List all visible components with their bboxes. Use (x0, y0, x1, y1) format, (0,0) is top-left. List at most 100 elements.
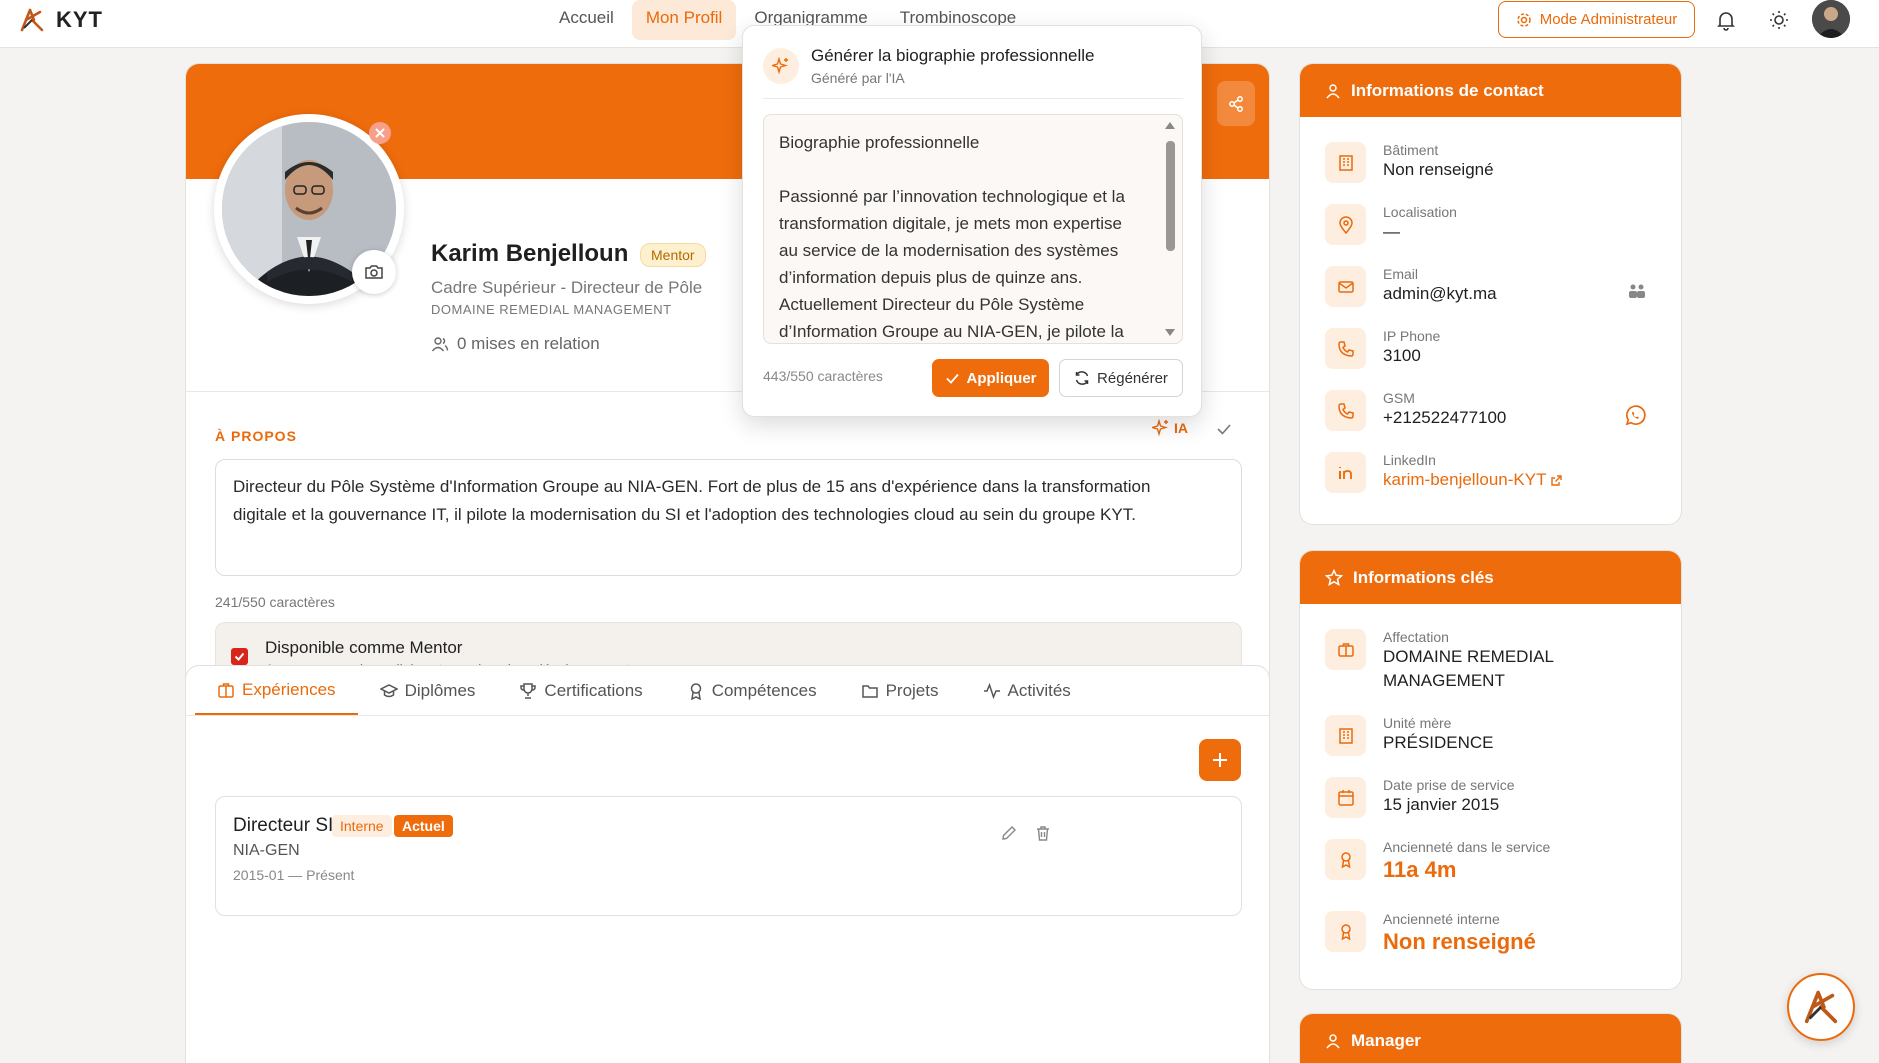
briefcase-icon (218, 682, 234, 698)
app-logo[interactable]: KYT (18, 6, 103, 34)
change-photo-button[interactable] (352, 250, 396, 294)
mentor-checkbox[interactable] (231, 648, 248, 665)
check-icon (945, 373, 959, 384)
ai-bio-popup: Générer la biographie professionnelle Gé… (742, 25, 1202, 417)
scroll-down-arrow-icon[interactable] (1164, 328, 1176, 338)
key-info-header: Informations clés (1300, 551, 1681, 604)
contact-row-linkedin: LinkedIn karim-benjelloun-KYT (1325, 452, 1563, 493)
row-value[interactable]: +212522477100 (1383, 406, 1506, 430)
trophy-icon (520, 682, 537, 699)
scroll-up-arrow-icon[interactable] (1164, 120, 1176, 130)
row-label: LinkedIn (1383, 452, 1436, 468)
contact-row-ip-phone: IP Phone 3100 (1325, 328, 1440, 369)
bell-icon[interactable] (1714, 8, 1738, 32)
manager-header: Manager (1300, 1014, 1681, 1063)
experience-dates: 2015-01 — Présent (233, 867, 355, 883)
tab-projets[interactable]: Projets (839, 666, 961, 715)
row-value: — (1383, 222, 1400, 241)
linkedin-icon (1325, 452, 1366, 493)
share-icon (1229, 95, 1243, 112)
plus-icon (1213, 753, 1227, 767)
user-avatar[interactable] (1812, 0, 1850, 38)
tab-label: Certifications (544, 680, 643, 700)
scrollbar-thumb[interactable] (1166, 141, 1175, 251)
key-row-date-service: Date prise de service 15 janvier 2015 (1325, 777, 1515, 818)
linkedin-link[interactable]: karim-benjelloun-KYT (1383, 468, 1563, 492)
award-icon (1325, 911, 1366, 952)
row-label: GSM (1383, 390, 1415, 406)
contact-header: Informations de contact (1300, 64, 1681, 117)
check-icon[interactable] (1216, 421, 1232, 437)
about-title: À PROPOS (215, 428, 297, 444)
tab-experiences[interactable]: Expériences (195, 666, 358, 715)
share-button[interactable] (1217, 81, 1255, 126)
external-link-icon (1551, 474, 1563, 486)
whatsapp-icon[interactable] (1623, 404, 1647, 428)
nav-mon-profil[interactable]: Mon Profil (631, 0, 737, 40)
bio-char-count: 241/550 caractères (215, 594, 335, 610)
contact-row-gsm: GSM +212522477100 (1325, 390, 1506, 431)
row-value: Non renseigné (1383, 160, 1494, 179)
profile-tabs: Expériences Diplômes Certifications Comp… (195, 666, 1093, 715)
profile-domain: DOMAINE REMEDIAL MANAGEMENT (431, 302, 672, 317)
row-label: Ancienneté interne (1383, 911, 1500, 927)
apply-button[interactable]: Appliquer (932, 359, 1049, 397)
row-label: Localisation (1383, 204, 1457, 220)
row-label: Bâtiment (1383, 142, 1439, 158)
folder-icon (861, 684, 878, 698)
remove-photo-button[interactable] (369, 122, 391, 144)
add-experience-button[interactable] (1199, 739, 1241, 781)
row-label: Email (1383, 266, 1419, 282)
tab-activites[interactable]: Activités (961, 666, 1093, 715)
row-label: IP Phone (1383, 328, 1441, 344)
trash-icon[interactable] (1034, 824, 1052, 842)
regenerate-button[interactable]: Régénérer (1059, 359, 1183, 397)
mail-icon (1325, 266, 1366, 307)
camera-icon (365, 265, 383, 279)
relations-label: 0 mises en relation (457, 334, 600, 353)
tab-competences[interactable]: Compétences (665, 666, 839, 715)
relations-count[interactable]: 0 mises en relation (431, 334, 600, 354)
generated-bio-line: transformation digitale, je mets mon exp… (779, 214, 1122, 233)
admin-mode-label: Mode Administrateur (1539, 11, 1678, 28)
contact-row-batiment: Bâtiment Non renseigné (1325, 142, 1494, 183)
experience-type-tag: Interne (332, 815, 392, 837)
award-icon (1325, 839, 1366, 880)
assistant-fab-button[interactable] (1787, 973, 1855, 1041)
tabs-card: Expériences Diplômes Certifications Comp… (185, 665, 1270, 1063)
generated-bio-heading: Biographie professionnelle (779, 133, 980, 152)
row-label: Unité mère (1383, 715, 1452, 731)
generated-char-count: 443/550 caractères (763, 368, 883, 384)
nav-accueil[interactable]: Accueil (545, 0, 628, 40)
tab-diplomes[interactable]: Diplômes (358, 666, 498, 715)
key-row-unite-mere: Unité mère PRÉSIDENCE (1325, 715, 1494, 756)
teams-icon[interactable] (1627, 282, 1647, 300)
key-info-title: Informations clés (1353, 567, 1494, 587)
refresh-icon (1075, 371, 1089, 385)
row-value: 15 janvier 2015 (1383, 795, 1500, 814)
row-label: Ancienneté dans le service (1383, 839, 1551, 855)
award-icon (690, 682, 701, 700)
experience-item: Directeur SI Interne Actuel NIA-GEN 2015… (215, 796, 1242, 916)
row-value: 3100 (1383, 346, 1421, 365)
building-icon (1325, 715, 1366, 756)
linkedin-handle: karim-benjelloun-KYT (1383, 470, 1547, 489)
generated-bio-line: d’Information Groupe au NIA-GEN, je pilo… (779, 322, 1124, 341)
sun-icon[interactable] (1767, 8, 1791, 32)
app-name: KYT (56, 7, 103, 32)
tab-certifications[interactable]: Certifications (497, 666, 664, 715)
row-label: Date prise de service (1383, 777, 1515, 793)
row-value: MANAGEMENT (1383, 671, 1505, 690)
pencil-icon[interactable] (1000, 824, 1018, 842)
generated-bio-textarea[interactable]: Biographie professionnelle Passionné par… (763, 114, 1183, 344)
experience-company: NIA-GEN (233, 842, 300, 859)
row-value[interactable]: admin@kyt.ma (1383, 282, 1497, 306)
experience-title: Directeur SI (233, 815, 334, 836)
profile-role: Cadre Supérieur - Directeur de Pôle (431, 278, 703, 297)
briefcase-icon (1325, 629, 1366, 670)
admin-mode-button[interactable]: Mode Administrateur (1498, 1, 1695, 38)
row-value: Non renseigné (1383, 929, 1536, 954)
contact-card: Informations de contact Bâtiment Non rens… (1299, 63, 1682, 525)
bio-textarea[interactable]: Directeur du Pôle Système d'Information … (215, 459, 1242, 576)
ia-generate-button[interactable]: IA (1152, 419, 1188, 437)
